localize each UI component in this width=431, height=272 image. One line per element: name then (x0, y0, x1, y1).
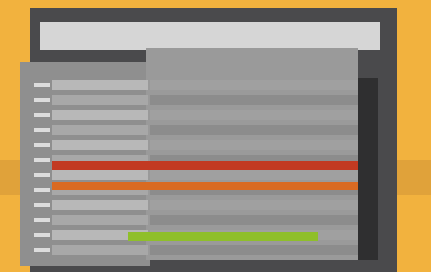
row-marker (34, 98, 50, 102)
row-stripe-right (150, 80, 358, 90)
row-stripe-left (52, 140, 148, 150)
row-stripe-left (52, 170, 148, 180)
row-marker (34, 173, 50, 177)
row-stripe-right (150, 170, 358, 180)
row-stripe-left (52, 125, 148, 135)
highlight-row-red (52, 161, 358, 170)
row-stripe-right (150, 95, 358, 105)
row-stripe-right (150, 125, 358, 135)
row-stripe-left (52, 95, 148, 105)
row-stripe-left (52, 80, 148, 90)
row-stripe-left (52, 200, 148, 210)
row-stripe-right (150, 215, 358, 225)
row-stripe-right (150, 110, 358, 120)
row-marker (34, 113, 50, 117)
row-stripe-left (52, 215, 148, 225)
row-marker (34, 218, 50, 222)
row-marker (34, 233, 50, 237)
highlight-row-orange (52, 182, 358, 190)
row-marker (34, 143, 50, 147)
row-stripe-right (150, 245, 358, 255)
row-marker (34, 158, 50, 162)
row-marker (34, 203, 50, 207)
title-bar (40, 22, 380, 50)
row-stripe-left (52, 245, 148, 255)
row-marker (34, 188, 50, 192)
row-marker (34, 128, 50, 132)
row-marker (34, 248, 50, 252)
highlight-row-green (128, 232, 318, 241)
row-stripe-right (150, 140, 358, 150)
row-stripe-left (52, 110, 148, 120)
row-marker (34, 83, 50, 87)
row-stripe-right (150, 200, 358, 210)
right-scroll-region (358, 78, 378, 260)
